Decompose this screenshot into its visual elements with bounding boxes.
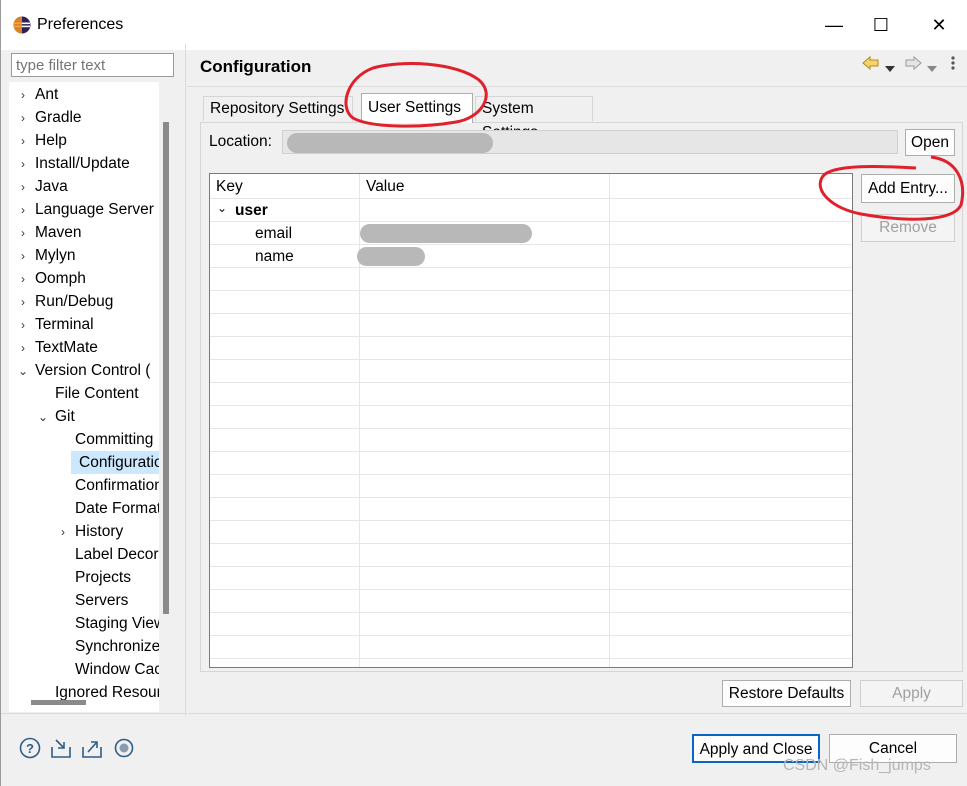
annotation-circle-user-settings — [344, 62, 488, 128]
red-annotation-marks — [344, 62, 965, 221]
preferences-window: Preferences — ☐ ✕ ›Ant›Gradle›Help›Insta… — [0, 0, 967, 786]
annotation-circle-add-entry — [818, 155, 965, 221]
